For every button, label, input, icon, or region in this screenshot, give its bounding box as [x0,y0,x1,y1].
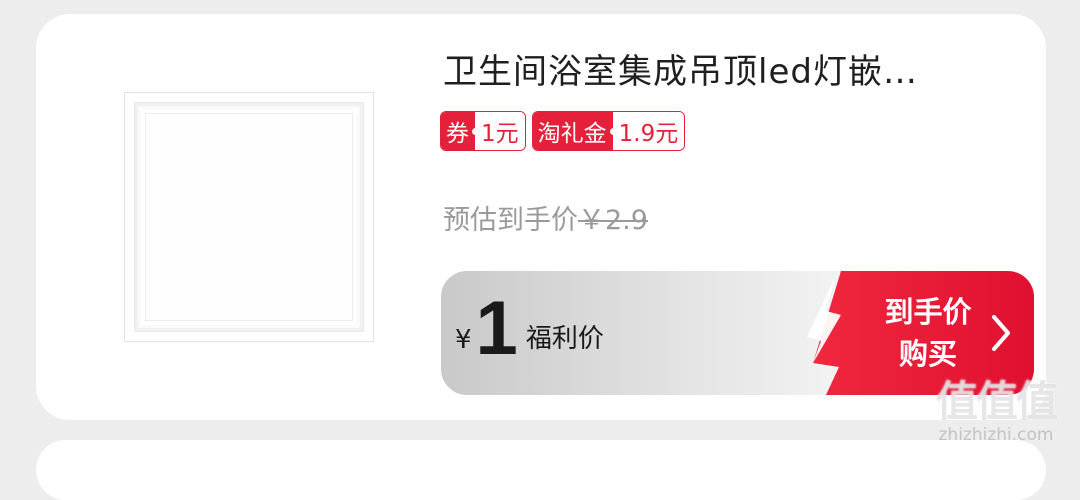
watermark-url: zhizhizhi.com [938,425,1054,445]
buy-button-line1: 到手价 [884,295,972,329]
gift-money-tag-label: 淘礼金 [532,112,617,150]
watermark-logo: 值值值 [935,377,1058,426]
estimated-price-label: 预估到手价 [443,205,578,236]
deal-price-label: 福利价 [525,324,604,354]
coupon-tag-label: 券 [441,112,479,150]
gift-money-tag-value: 1.9元 [612,112,685,150]
panel-surface [145,113,353,321]
product-title[interactable]: 卫生间浴室集成吊顶led灯嵌… [443,44,1003,93]
coupon-tag-value: 1元 [475,112,525,150]
buy-button[interactable]: 到手价 购买 [873,291,983,375]
next-product-card[interactable] [36,440,1046,500]
deal-price-value: 1 [475,286,518,371]
deal-currency: ¥ [455,325,472,355]
site-watermark: 值值值 zhizhizhi.com [926,368,1066,445]
coupon-tag: 券 1元 [440,111,526,151]
estimated-price-value: ￥2.9 [578,205,648,236]
chevron-right-icon[interactable] [986,311,1016,355]
product-thumbnail[interactable] [124,92,374,342]
product-card[interactable]: 卫生间浴室集成吊顶led灯嵌… 券 1元 淘礼金 1.9元 预估到手价￥2.9 … [36,14,1046,420]
estimated-price-row: 预估到手价￥2.9 [443,198,648,237]
gift-money-tag: 淘礼金 1.9元 [531,111,686,151]
deal-price: ¥ 1 福利价 [455,289,604,369]
promo-tags: 券 1元 淘礼金 1.9元 [440,111,686,151]
